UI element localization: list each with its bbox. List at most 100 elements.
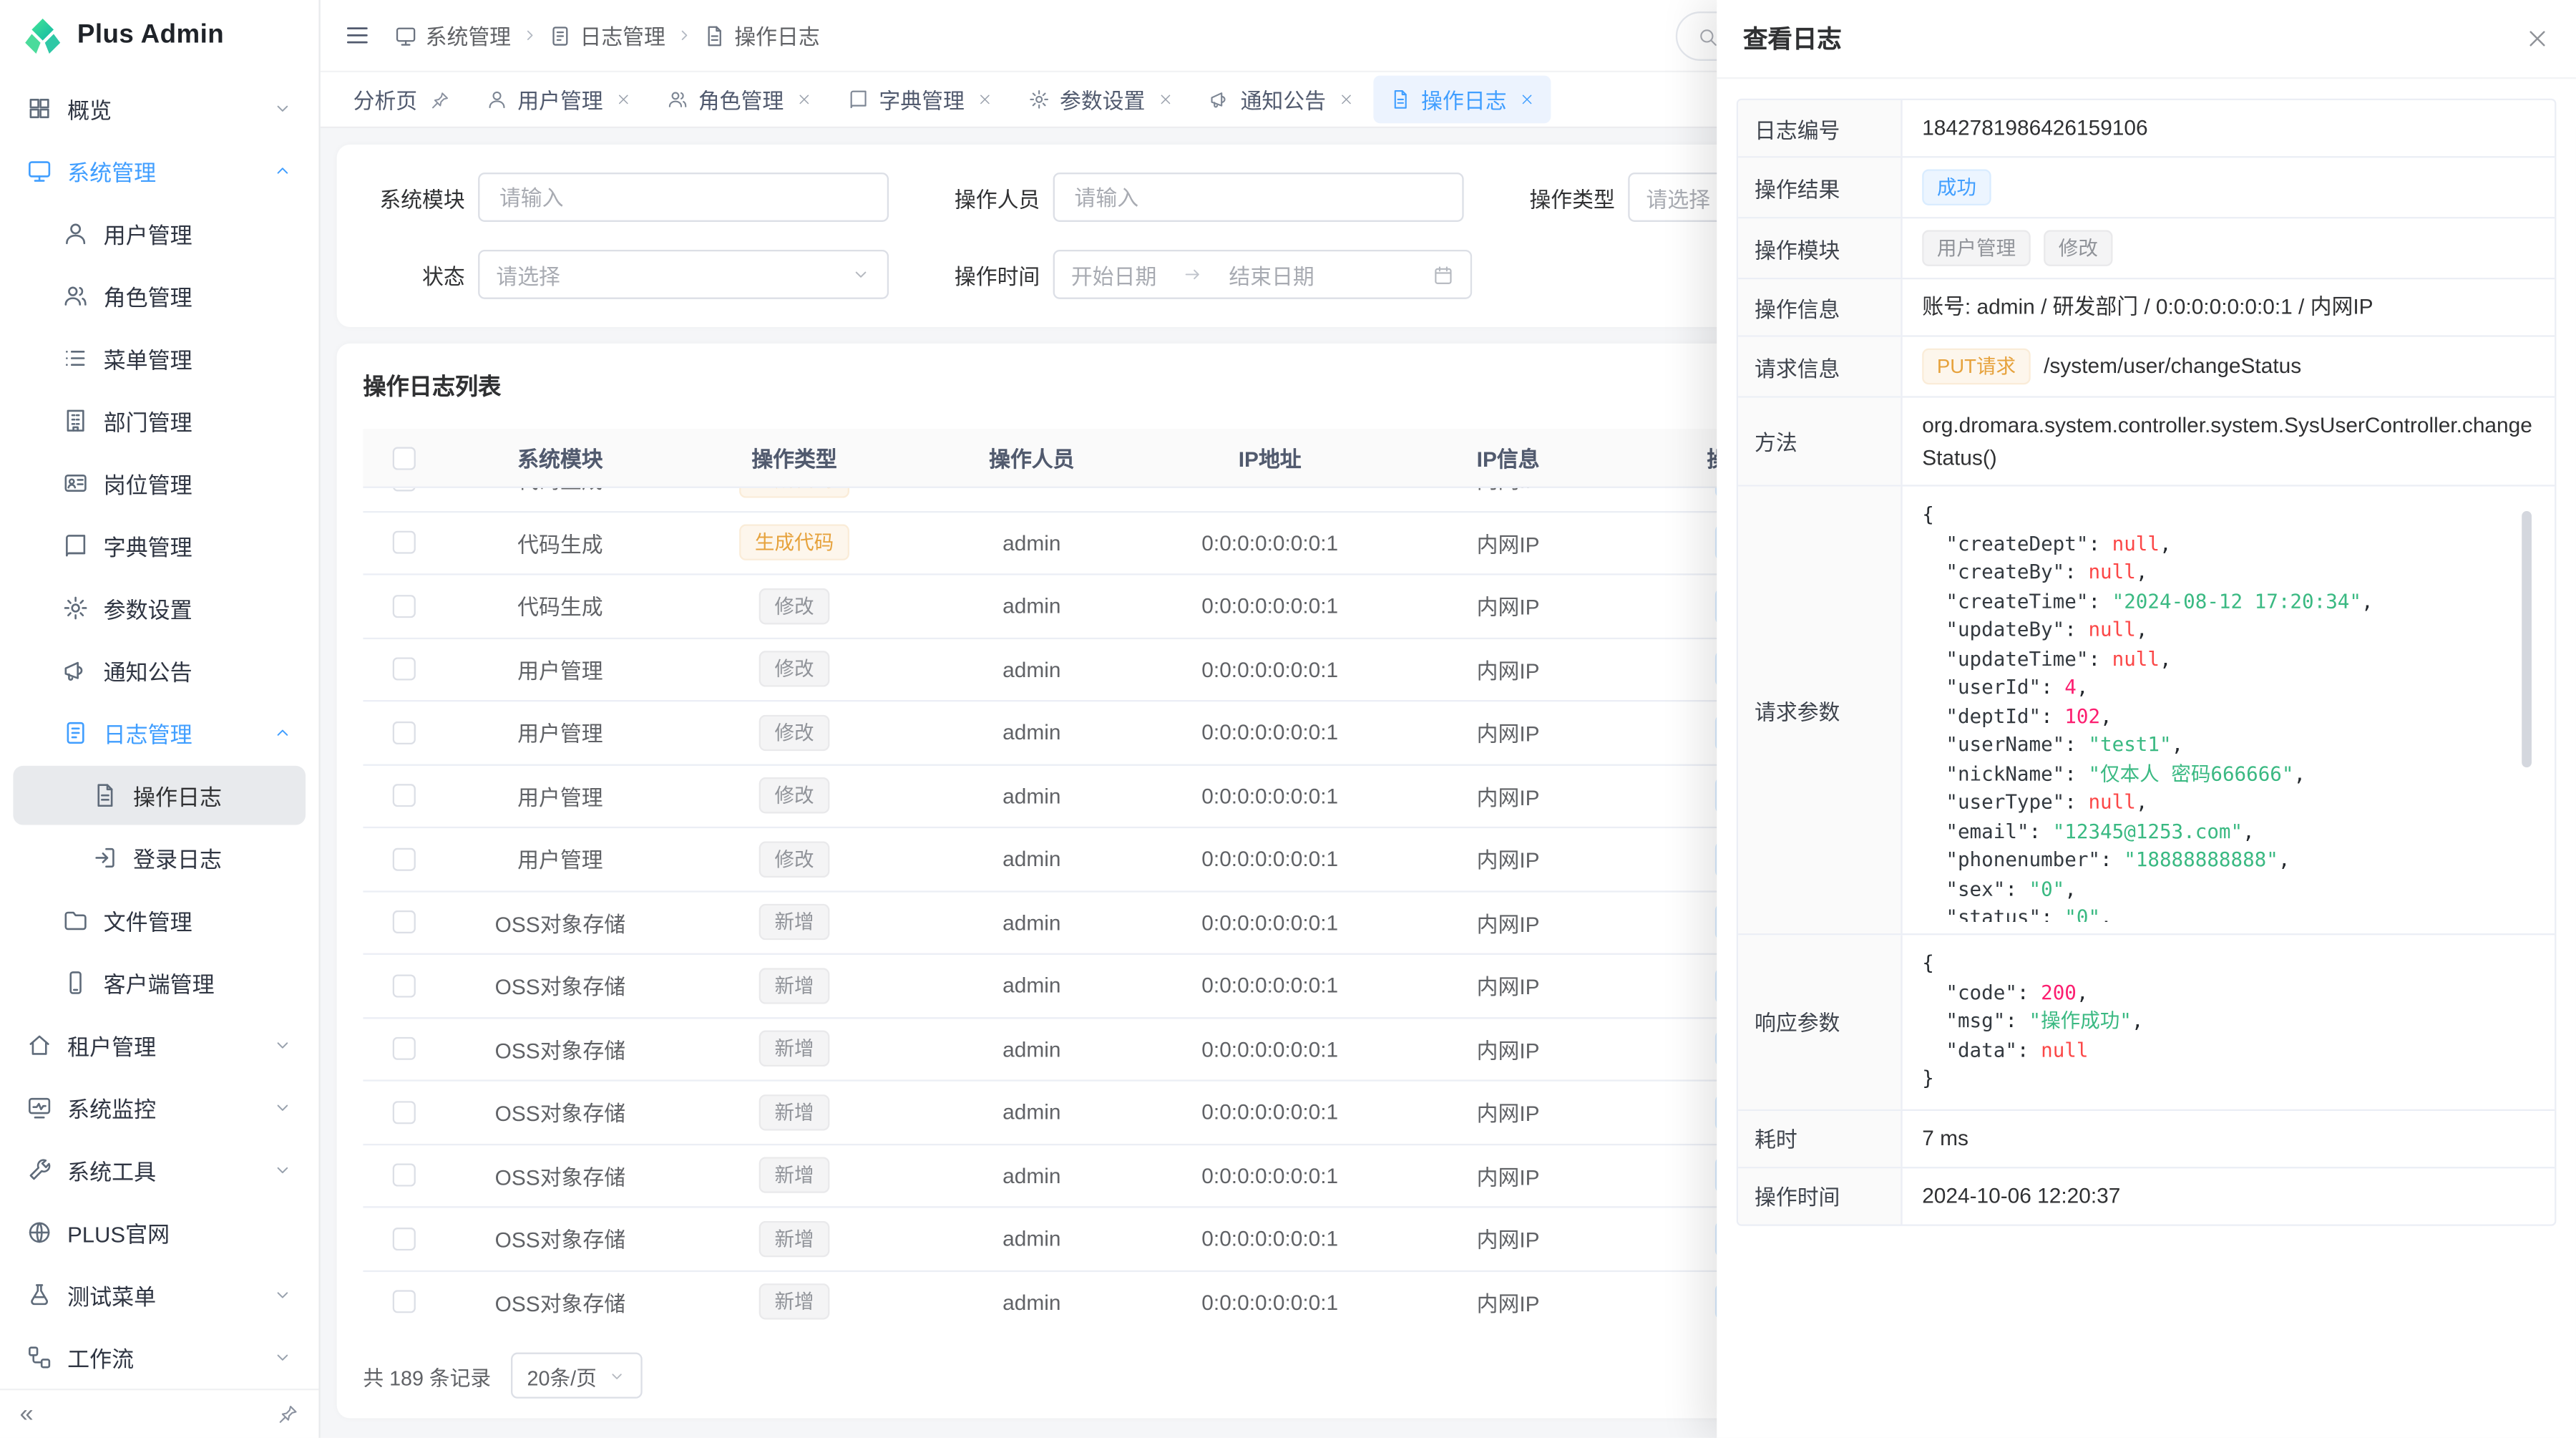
date-range-input[interactable]: 开始日期 结束日期 xyxy=(1053,250,1472,299)
row-checkbox[interactable] xyxy=(393,784,416,807)
sidebar-item-dept[interactable]: 部门管理 xyxy=(13,391,306,450)
tab-dict[interactable]: 字典管理 xyxy=(831,76,1009,124)
tab-notice[interactable]: 通知公告 xyxy=(1193,76,1370,124)
module-input-field[interactable] xyxy=(496,183,870,211)
close-tab-icon[interactable] xyxy=(616,92,631,107)
code-token xyxy=(1922,1009,1946,1032)
code-token: null xyxy=(2088,618,2135,641)
row-checkbox[interactable] xyxy=(393,1227,416,1250)
sidebar-item-overview[interactable]: 概览 xyxy=(13,79,306,138)
detail-label: 方法 xyxy=(1738,398,1903,485)
module-input[interactable] xyxy=(478,173,889,222)
sidebar-item-operlog[interactable]: 操作日志 xyxy=(13,766,306,825)
sidebar-item-role[interactable]: 角色管理 xyxy=(13,266,306,326)
sidebar-item-monitor[interactable]: 系统监控 xyxy=(13,1078,306,1137)
tab-role[interactable]: 角色管理 xyxy=(650,76,828,124)
code-token xyxy=(1922,560,1946,583)
tab-analysis[interactable]: 分析页 xyxy=(337,76,467,124)
code-scrollbar-thumb[interactable] xyxy=(2522,511,2532,768)
app-logo[interactable]: Plus Admin xyxy=(0,0,318,72)
breadcrumb-item[interactable]: 日志管理 xyxy=(549,20,665,52)
cell-user-value: admin xyxy=(1002,488,1060,492)
code-token: null xyxy=(2112,646,2160,669)
gear-icon xyxy=(1028,89,1050,110)
tab-user[interactable]: 用户管理 xyxy=(470,76,648,124)
app-root: Plus Admin 概览系统管理用户管理角色管理菜单管理部门管理岗位管理字典管… xyxy=(0,0,2576,1438)
cell-ip: 0:0:0:0:0:0:0:1 xyxy=(1150,784,1390,808)
cell-ip-info: 内网IP xyxy=(1390,1160,1626,1191)
sidebar-item-plus-site[interactable]: PLUS官网 xyxy=(13,1203,306,1263)
cell-module: 用户管理 xyxy=(445,780,675,812)
sidebar-item-post[interactable]: 岗位管理 xyxy=(13,454,306,513)
cell-ip: 0:0:0:0:0:0:0:1 xyxy=(1150,488,1390,492)
sidebar-item-test[interactable]: 测试菜单 xyxy=(13,1265,306,1325)
code-token: "18888888888" xyxy=(2124,848,2278,871)
sidebar-item-menu[interactable]: 菜单管理 xyxy=(13,329,306,388)
sidebar-item-param[interactable]: 参数设置 xyxy=(13,578,306,638)
cell-ip-value: 0:0:0:0:0:0:0:1 xyxy=(1201,1290,1338,1314)
row-checkbox[interactable] xyxy=(393,974,416,997)
close-tab-icon[interactable] xyxy=(1520,92,1535,107)
close-icon[interactable] xyxy=(2525,26,2550,51)
status-tag: 用户管理 xyxy=(1922,230,2031,266)
row-checkbox[interactable] xyxy=(393,488,416,491)
sidebar-item-tenant[interactable]: 租户管理 xyxy=(13,1016,306,1075)
gear-icon xyxy=(62,595,89,621)
sidebar-item-user[interactable]: 用户管理 xyxy=(13,204,306,263)
row-checkbox[interactable] xyxy=(393,911,416,934)
cell-module: OSS对象存储 xyxy=(445,1160,675,1191)
login-icon xyxy=(92,845,119,871)
select-all-checkbox[interactable] xyxy=(393,446,416,469)
close-tab-icon[interactable] xyxy=(797,92,812,107)
cell-ip-value: 0:0:0:0:0:0:0:1 xyxy=(1201,720,1338,744)
close-tab-icon[interactable] xyxy=(1339,92,1354,107)
close-tab-icon[interactable] xyxy=(977,92,992,107)
code-token: , xyxy=(2064,877,2077,900)
sidebar-item-file[interactable]: 文件管理 xyxy=(13,890,306,950)
pin-sidebar-icon[interactable] xyxy=(278,1404,299,1425)
breadcrumb-item[interactable]: 系统管理 xyxy=(394,20,511,52)
sidebar-item-system[interactable]: 系统管理 xyxy=(13,141,306,200)
sidebar-item-notice[interactable]: 通知公告 xyxy=(13,641,306,700)
sidebar-item-tools[interactable]: 系统工具 xyxy=(13,1140,306,1200)
row-checkbox[interactable] xyxy=(393,1101,416,1124)
status-select[interactable]: 请选择 xyxy=(478,250,889,299)
cell-module-value: 用户管理 xyxy=(517,843,602,875)
drawer-title: 查看日志 xyxy=(1743,21,1842,56)
breadcrumb-separator-icon xyxy=(521,26,539,44)
collapse-sidebar-icon[interactable]: « xyxy=(20,1401,34,1426)
code-line: "data": null xyxy=(1922,1036,2534,1065)
row-checkbox-cell xyxy=(363,1037,445,1060)
sidebar-item-loginlog[interactable]: 登录日志 xyxy=(13,828,306,888)
filter-type-label: 操作类型 xyxy=(1513,182,1615,213)
operator-input-field[interactable] xyxy=(1071,183,1445,211)
role-icon xyxy=(62,283,89,309)
sidebar-item-dict[interactable]: 字典管理 xyxy=(13,516,306,575)
tab-operlog[interactable]: 操作日志 xyxy=(1374,76,1551,124)
hamburger-icon[interactable] xyxy=(343,21,371,49)
sidebar-item-log[interactable]: 日志管理 xyxy=(13,704,306,763)
code-token: null xyxy=(2088,560,2135,583)
code-token: "deptId" xyxy=(1946,704,2041,727)
row-checkbox[interactable] xyxy=(393,847,416,870)
row-checkbox[interactable] xyxy=(393,1291,416,1313)
sidebar-item-workflow[interactable]: 工作流 xyxy=(13,1328,306,1387)
row-checkbox[interactable] xyxy=(393,595,416,618)
json-code-block[interactable]: { "createDept": null, "createBy": null, … xyxy=(1922,498,2534,922)
row-checkbox[interactable] xyxy=(393,1164,416,1187)
row-checkbox[interactable] xyxy=(393,721,416,744)
pin-icon[interactable] xyxy=(431,89,451,110)
cell-type-tag-value: 新增 xyxy=(760,968,829,1004)
sidebar-item-client[interactable]: 客户端管理 xyxy=(13,953,306,1013)
row-checkbox[interactable] xyxy=(393,1037,416,1060)
operator-input[interactable] xyxy=(1053,173,1464,222)
row-checkbox[interactable] xyxy=(393,531,416,554)
tab-param[interactable]: 参数设置 xyxy=(1012,76,1189,124)
breadcrumb-item[interactable]: 操作日志 xyxy=(703,20,820,52)
cell-ip-info-value: 内网IP xyxy=(1477,1160,1540,1191)
page-size-select[interactable]: 20条/页 xyxy=(511,1353,643,1399)
close-tab-icon[interactable] xyxy=(1158,92,1174,107)
sidebar-footer: « xyxy=(0,1389,318,1438)
cell-ip-info: 内网IP xyxy=(1390,1286,1626,1318)
row-checkbox[interactable] xyxy=(393,658,416,681)
